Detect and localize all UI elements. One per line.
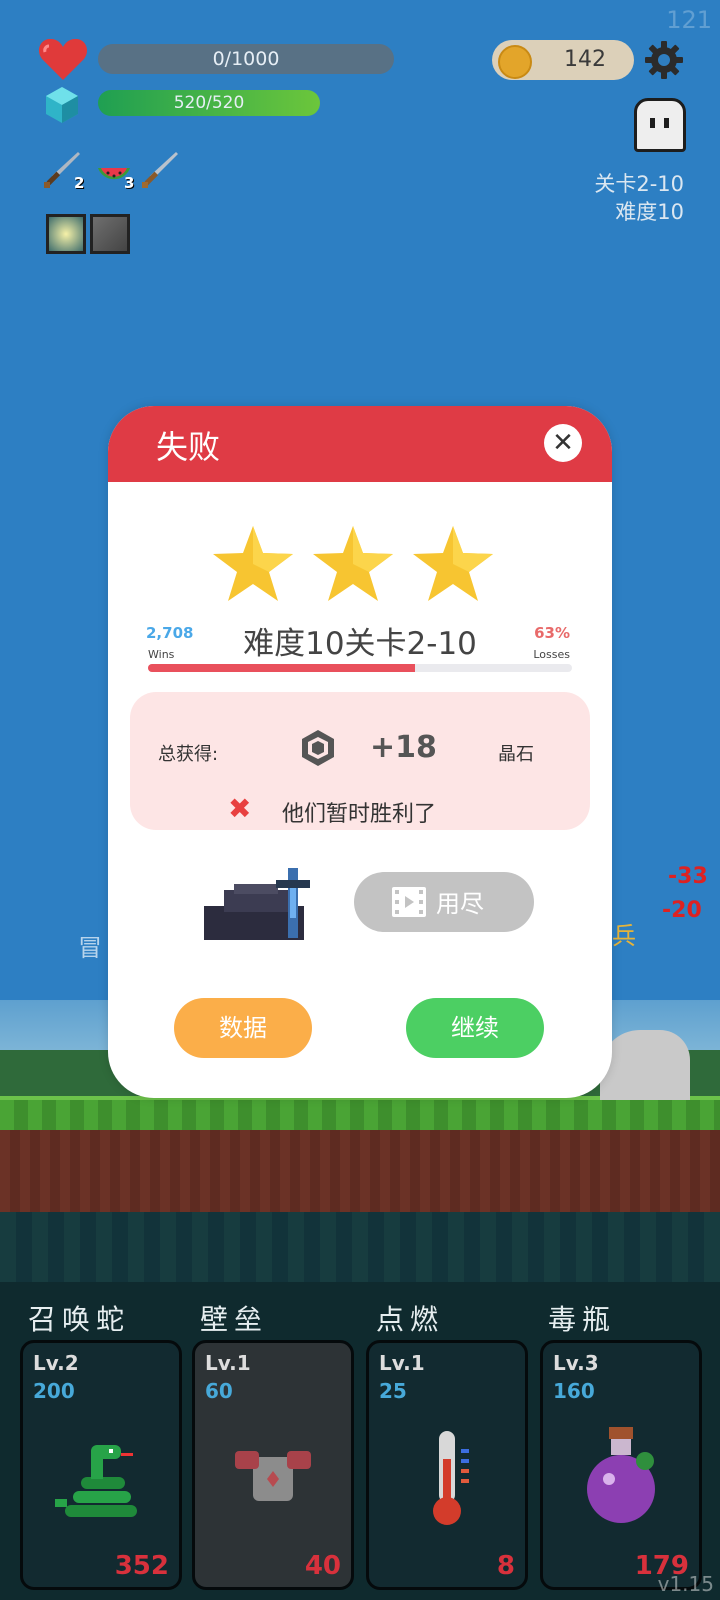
fail-icon: ✖: [228, 792, 252, 825]
sword-icon: [142, 152, 178, 188]
damage-number: -33: [668, 864, 708, 889]
card-title: 召唤蛇: [28, 1303, 131, 1336]
close-icon: ✕: [552, 428, 574, 458]
gear-icon[interactable]: [644, 40, 684, 80]
wins-count: 2,708: [146, 624, 194, 642]
mana-text: 520/520: [173, 93, 245, 113]
unit-name-partial: 冒: [78, 934, 102, 962]
crystal-icon: [46, 87, 78, 123]
dialog-header: 失败 ✕: [108, 406, 612, 482]
armor-icon: [235, 1451, 311, 1501]
item-count: 3: [124, 174, 135, 192]
reward-unit: 晶石: [498, 744, 534, 765]
watch-ad-button[interactable]: 用尽: [354, 872, 534, 932]
level-title: 难度10关卡2-10: [243, 626, 477, 662]
gem-icon: [302, 730, 334, 766]
mana-bar: 520/520: [98, 90, 320, 116]
card-cost: 200: [33, 1379, 75, 1403]
enemy-name-partial: 兵: [612, 922, 636, 950]
reward-amount: +18: [370, 730, 437, 765]
star-icon: [313, 526, 393, 601]
health-text: 0/1000: [212, 48, 280, 70]
stage-label: 关卡2-10: [594, 172, 684, 196]
heart-icon: [38, 38, 88, 80]
video-icon: [392, 887, 426, 917]
card-title: 点燃: [376, 1303, 445, 1336]
skill-card-barrier[interactable]: Lv.1 60 40: [192, 1340, 354, 1590]
skill-card-ignite[interactable]: Lv.1 25 8: [366, 1340, 528, 1590]
card-level: Lv.2: [33, 1351, 79, 1375]
star-icon: [413, 526, 493, 601]
card-cost: 160: [553, 1379, 595, 1403]
card-level: Lv.1: [379, 1351, 425, 1375]
loss-percent: 63%: [534, 624, 570, 642]
damage-number: -20: [662, 898, 702, 923]
enemy-sprite: [600, 1030, 690, 1100]
card-title: 毒瓶: [548, 1303, 617, 1336]
item-count: 2: [74, 174, 85, 192]
card-level: Lv.1: [205, 1351, 251, 1375]
light-skill-icon: [46, 214, 86, 254]
result-message: 他们暂时胜利了: [282, 802, 437, 827]
reward-label: 总获得:: [158, 744, 219, 765]
poison-bottle-icon: [587, 1427, 655, 1523]
win-loss-bar: [148, 664, 572, 672]
loss-label: Losses: [533, 648, 570, 661]
thermometer-icon: [433, 1431, 469, 1525]
card-number: 40: [304, 1551, 341, 1581]
reward-panel: 总获得: +18 晶石 ✖ 他们暂时胜利了: [130, 692, 590, 830]
dirt-layer: [0, 1130, 720, 1212]
card-cost: 60: [205, 1379, 233, 1403]
dialog-title: 失败: [156, 428, 221, 466]
coin-icon: [498, 45, 532, 79]
ghost-icon[interactable]: [634, 98, 686, 152]
stage-info: 关卡2-10 难度10: [594, 170, 684, 226]
version-label: v1.15: [657, 1572, 714, 1596]
skill-card-poison-bottle[interactable]: Lv.3 160 179: [540, 1340, 702, 1590]
card-level: Lv.3: [553, 1351, 599, 1375]
defeated-enemy-image: [204, 868, 310, 940]
star-icon: [213, 526, 293, 601]
continue-button[interactable]: 继续: [406, 998, 544, 1058]
close-button[interactable]: ✕: [544, 424, 582, 462]
card-title: 壁垒: [200, 1303, 269, 1336]
health-bar: 0/1000: [98, 44, 394, 74]
data-button[interactable]: 数据: [174, 998, 312, 1058]
card-cost: 25: [379, 1379, 407, 1403]
skill-card-summon-snake[interactable]: Lv.2 200 352: [20, 1340, 182, 1590]
card-number: 352: [114, 1551, 169, 1581]
difficulty-label: 难度10: [615, 200, 684, 224]
defeat-dialog: 失败 ✕ 2,708 Wins 难度10关卡2-10 63% Losses 总获…: [108, 406, 612, 1098]
coin-amount: 142: [564, 47, 606, 72]
snake-icon: [55, 1445, 137, 1517]
wins-label: Wins: [148, 648, 175, 661]
fps-counter: 121: [666, 6, 712, 34]
underground-texture: [0, 1212, 720, 1282]
stone-skill-icon: [90, 214, 130, 254]
grass-ground: [0, 1096, 720, 1134]
card-number: 8: [496, 1551, 515, 1581]
ad-button-label: 用尽: [436, 890, 484, 918]
